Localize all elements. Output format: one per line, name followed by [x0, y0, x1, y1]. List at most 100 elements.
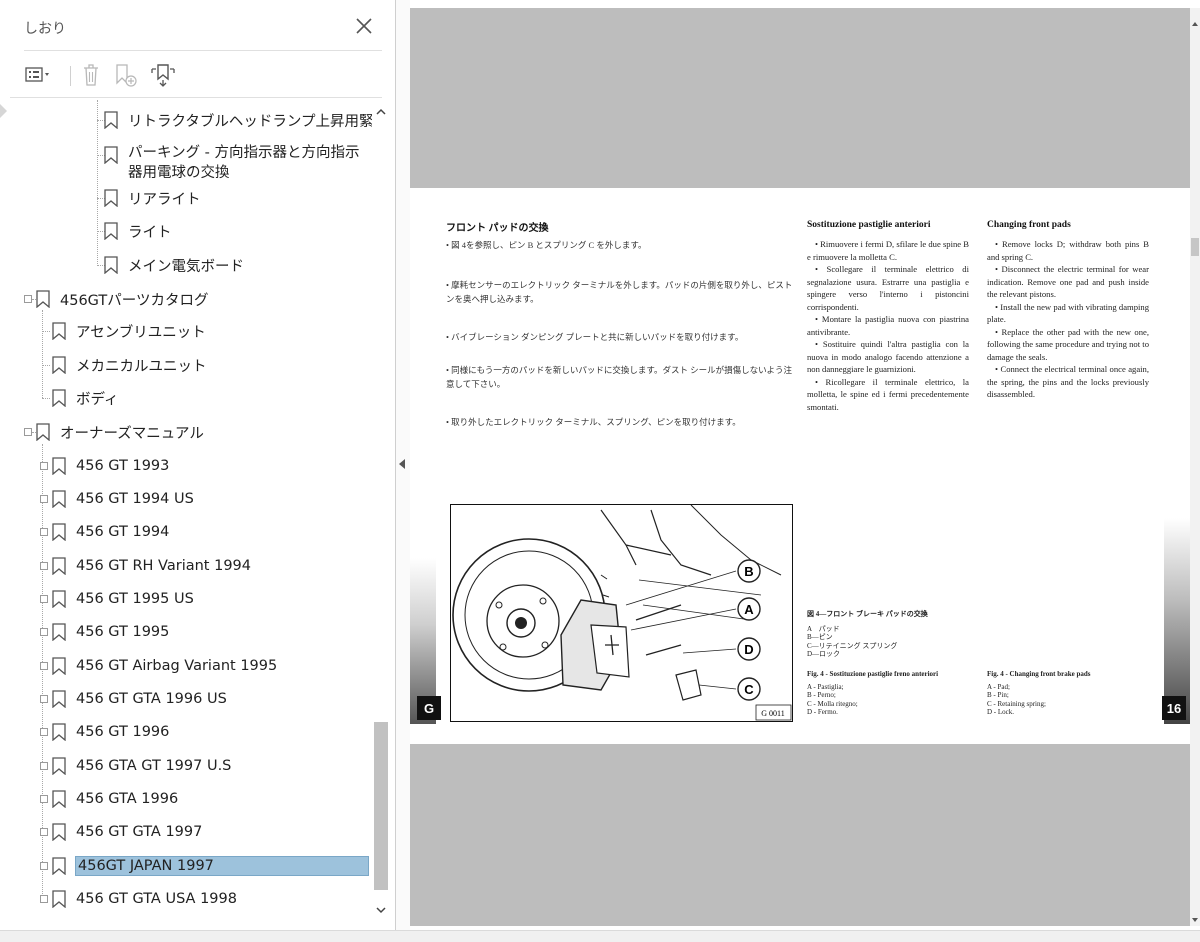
bookmark-item[interactable]: オーナーズマニュアル — [36, 417, 204, 447]
bookmark-item[interactable]: 456 GT GTA 1996 US — [52, 684, 227, 714]
caption-it-line: D - Fermo. — [807, 708, 838, 716]
jp-step: • 取り外したエレクトリック ターミナル、スプリング、ピンを取り付けます。 — [446, 417, 741, 427]
it-paragraph: • Montare la pastiglia nuova con piastri… — [807, 314, 969, 337]
bookmark-item[interactable]: リアライト — [104, 183, 201, 213]
it-section-title: Sostituzione pastiglie anteriori — [807, 220, 931, 230]
bookmark-label: パーキング - 方向指示器と方向指示器用電球の交換 — [128, 145, 360, 181]
doc-scrollbar-thumb[interactable] — [1191, 238, 1199, 256]
bookmark-icon — [52, 557, 66, 575]
bookmark-icon — [52, 657, 66, 675]
caption-en: Fig. 4 - Changing front brake pads A - P… — [987, 670, 1157, 717]
bookmark-icon — [36, 290, 50, 308]
bookmark-item[interactable]: 456 GT 1994 US — [52, 484, 194, 514]
expand-toggle[interactable] — [40, 795, 48, 803]
figure-code: G 0011 — [761, 709, 784, 718]
caption-en-line: B - Pin; — [987, 691, 1009, 699]
scrollbar-thumb[interactable] — [374, 722, 388, 890]
expand-toggle[interactable] — [40, 628, 48, 636]
brake-figure: B A D C G 0011 — [450, 504, 793, 722]
doc-scroll-down-button[interactable] — [1190, 910, 1200, 922]
callout-label: B — [744, 564, 753, 579]
it-text-column: • Rimuovere i fermi D, sfilare le due sp… — [807, 238, 969, 413]
bookmark-item[interactable]: 456 GT GTA 1997 — [52, 817, 202, 847]
bookmark-label: 456 GT RH Variant 1994 — [76, 558, 251, 574]
bookmark-item[interactable]: 456GTパーツカタログ — [36, 284, 208, 314]
scroll-down-button[interactable] — [372, 902, 390, 918]
bookmark-item-selected[interactable]: 456GT JAPAN 1997 — [52, 851, 369, 881]
caption-it-line: A - Pastiglia; — [807, 682, 844, 691]
bookmark-item[interactable]: 456 GT 1996 — [52, 717, 169, 747]
bookmark-item[interactable]: 456 GT Airbag Variant 1995 — [52, 651, 277, 681]
bookmark-item[interactable]: 456 GT 1995 US — [52, 584, 194, 614]
bookmark-item[interactable]: メカニカルユニット — [52, 350, 207, 380]
bookmark-item[interactable]: リトラクタブルヘッドランプ上昇用緊急装置 — [104, 105, 372, 135]
expand-toggle[interactable] — [40, 695, 48, 703]
document-view[interactable]: フロント パッドの交換 • 図 4を参照し、ピン B とスプリング C を外しま… — [410, 8, 1190, 926]
caption-en-title: Fig. 4 - Changing front brake pads — [987, 670, 1091, 678]
expand-toggle[interactable] — [40, 895, 48, 903]
bookmark-item[interactable]: 456 GT 1993 — [52, 451, 169, 481]
scroll-up-button[interactable] — [372, 104, 390, 120]
panel-splitter[interactable] — [396, 0, 410, 930]
expand-toggle[interactable] — [40, 495, 48, 503]
expand-toggle[interactable] — [24, 428, 32, 436]
panel-title: しおり — [24, 21, 66, 37]
bookmark-label: 456 GT Airbag Variant 1995 — [76, 658, 278, 674]
bookmark-label: リアライト — [128, 191, 201, 208]
bookmark-item[interactable]: 456 GT 1994 — [52, 517, 169, 547]
bookmark-item[interactable]: 456 GT GTA USA 1998 — [52, 884, 237, 914]
bookmark-label: 456 GT 1994 — [76, 524, 170, 540]
bookmark-item[interactable]: ボディ — [52, 383, 119, 413]
expand-toggle[interactable] — [40, 828, 48, 836]
close-icon — [356, 18, 372, 34]
bookmark-label: 456 GT 1995 US — [76, 591, 194, 607]
caption-jp: 図 4—フロント ブレーキ パッドの交換 A パッド B—ピン C—リテイニング… — [807, 610, 982, 659]
options-menu-button[interactable] — [24, 60, 54, 90]
new-bookmark-button[interactable] — [110, 60, 140, 90]
expand-toggle[interactable] — [24, 295, 32, 303]
bookmark-label: 456 GTA GT 1997 U.S — [76, 758, 232, 774]
bookmark-item[interactable]: ライト — [104, 216, 172, 246]
expand-toggle[interactable] — [40, 762, 48, 770]
jp-step: • 同様にもう一方のパッドを新しいパッドに交換します。ダスト シールが損傷しない… — [446, 365, 792, 389]
bookmark-icon — [52, 356, 66, 374]
bookmark-icon — [52, 723, 66, 741]
bookmark-item[interactable]: メイン電気ボード — [104, 250, 244, 280]
bookmark-scrollbar[interactable] — [372, 100, 390, 922]
tree-connector — [42, 398, 50, 399]
collapse-panel-arrow-icon[interactable] — [399, 459, 405, 469]
bookmark-label: メカニカルユニット — [76, 358, 207, 375]
panel-header: しおり — [0, 0, 396, 52]
expand-toggle[interactable] — [40, 662, 48, 670]
section-tab-label: G — [417, 696, 441, 720]
bookmark-item[interactable]: 456 GTA GT 1997 U.S — [52, 751, 231, 781]
bookmark-label: 456 GT 1995 — [76, 624, 170, 640]
bookmark-label: 456 GTA 1996 — [76, 791, 179, 807]
triangle-up-icon — [1192, 22, 1198, 26]
callout-label: C — [744, 682, 754, 697]
bookmark-label: ボディ — [76, 391, 119, 408]
expand-toggle[interactable] — [40, 728, 48, 736]
close-panel-button[interactable] — [352, 14, 376, 38]
bookmark-icon — [52, 457, 66, 475]
document-scrollbar[interactable] — [1190, 8, 1200, 926]
bookmark-label: ライト — [128, 224, 172, 241]
expand-toggle[interactable] — [40, 562, 48, 570]
caption-en-line: C - Retaining spring; — [987, 699, 1046, 708]
caption-it-line: B - Perno; — [807, 691, 836, 699]
expand-toggle[interactable] — [40, 528, 48, 536]
bookmark-item[interactable]: 456 GTA 1996 — [52, 784, 178, 814]
en-text-column: • Remove locks D; withdraw both pins B a… — [987, 238, 1149, 460]
expand-toggle[interactable] — [40, 862, 48, 870]
find-bookmark-button[interactable] — [148, 60, 178, 90]
bookmark-label: メイン電気ボード — [128, 258, 244, 275]
expand-toggle[interactable] — [40, 595, 48, 603]
bookmark-item[interactable]: 456 GT RH Variant 1994 — [52, 551, 251, 581]
bookmark-item[interactable]: アセンブリユニット — [52, 316, 206, 346]
delete-bookmark-button[interactable] — [76, 60, 106, 90]
doc-scroll-up-button[interactable] — [1190, 14, 1200, 26]
expand-toggle[interactable] — [40, 462, 48, 470]
bookmark-item[interactable]: 456 GT 1995 — [52, 617, 169, 647]
bookmark-label: 456GTパーツカタログ — [60, 292, 209, 309]
bookmark-icon — [52, 823, 66, 841]
